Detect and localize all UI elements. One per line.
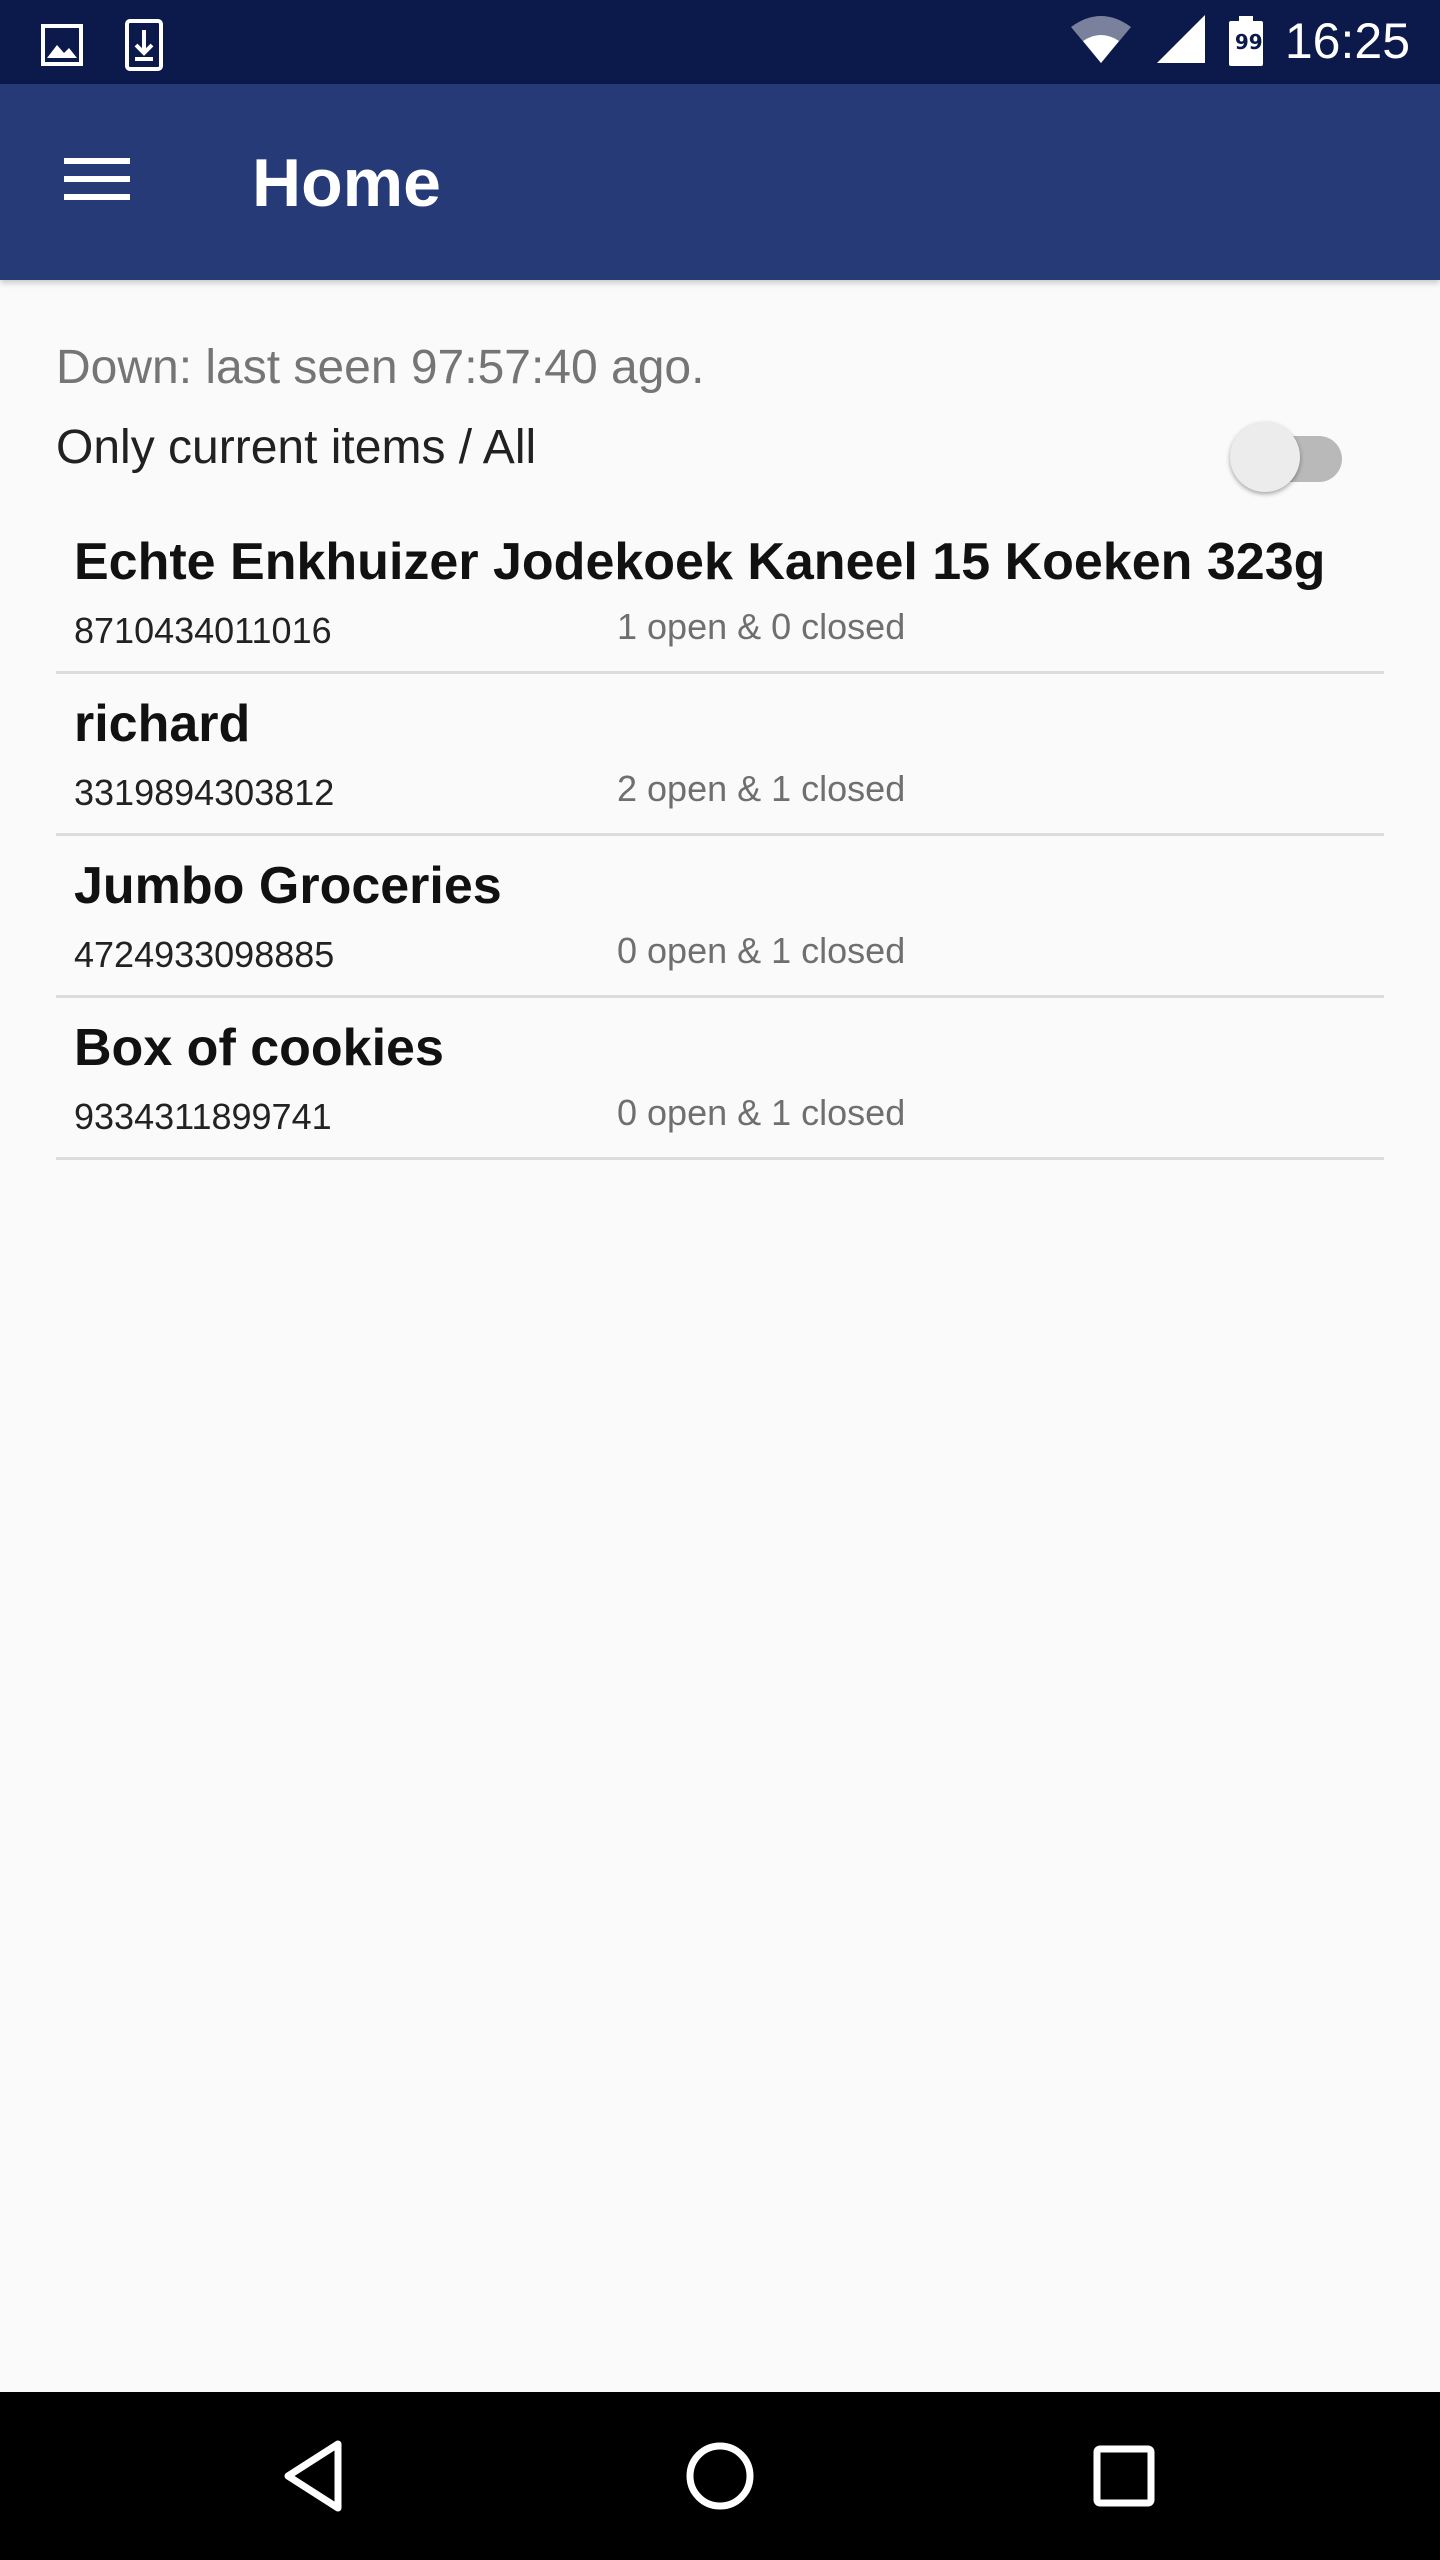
main-content: Down: last seen 97:57:40 ago. Only curre… xyxy=(0,280,1440,2392)
home-icon[interactable] xyxy=(670,2426,770,2526)
item-status: 0 open & 1 closed xyxy=(617,930,906,971)
list-item[interactable]: Jumbo Groceries 4724933098885 0 open & 1… xyxy=(56,836,1384,998)
notification-icons xyxy=(40,18,164,77)
item-barcode: 3319894303812 xyxy=(74,772,335,813)
item-barcode: 9334311899741 xyxy=(74,1096,332,1137)
item-name: Jumbo Groceries xyxy=(74,857,502,915)
cell-signal-icon xyxy=(1155,13,1207,70)
current-items-toggle[interactable] xyxy=(1230,416,1346,492)
item-list: Echte Enkhuizer Jodekoek Kaneel 15 Koeke… xyxy=(56,512,1384,1160)
item-status: 0 open & 1 closed xyxy=(617,1092,906,1133)
back-icon[interactable] xyxy=(266,2426,366,2526)
item-status: 1 open & 0 closed xyxy=(617,606,906,647)
filter-label: Only current items / All xyxy=(56,421,537,474)
item-name: richard xyxy=(74,695,251,753)
hamburger-menu-icon[interactable] xyxy=(40,142,136,222)
list-item[interactable]: Echte Enkhuizer Jodekoek Kaneel 15 Koeke… xyxy=(56,512,1384,674)
list-item[interactable]: richard 3319894303812 2 open & 1 closed xyxy=(56,674,1384,836)
item-barcode: 4724933098885 xyxy=(74,934,335,975)
item-name: Box of cookies xyxy=(74,1019,444,1077)
wifi-icon xyxy=(1069,13,1133,70)
toggle-thumb xyxy=(1230,422,1300,492)
system-icons: 99 16:25 xyxy=(1069,12,1410,70)
last-seen-status: Down: last seen 97:57:40 ago. xyxy=(56,341,705,394)
item-status: 2 open & 1 closed xyxy=(617,768,906,809)
clock: 16:25 xyxy=(1284,13,1410,69)
battery-level: 99 xyxy=(1234,30,1263,54)
list-item[interactable]: Box of cookies 9334311899741 0 open & 1 … xyxy=(56,998,1384,1160)
recents-icon[interactable] xyxy=(1074,2426,1174,2526)
battery-icon: 99 xyxy=(1228,16,1263,66)
status-bar: 99 16:25 xyxy=(0,0,1440,84)
navigation-bar xyxy=(0,2392,1440,2560)
item-name: Echte Enkhuizer Jodekoek Kaneel 15 Koeke… xyxy=(74,533,1326,591)
app-bar: Home xyxy=(0,84,1440,280)
download-notification-icon xyxy=(124,18,164,77)
image-notification-icon xyxy=(40,23,84,72)
page-title: Home xyxy=(252,145,441,221)
item-barcode: 8710434011016 xyxy=(74,610,332,651)
